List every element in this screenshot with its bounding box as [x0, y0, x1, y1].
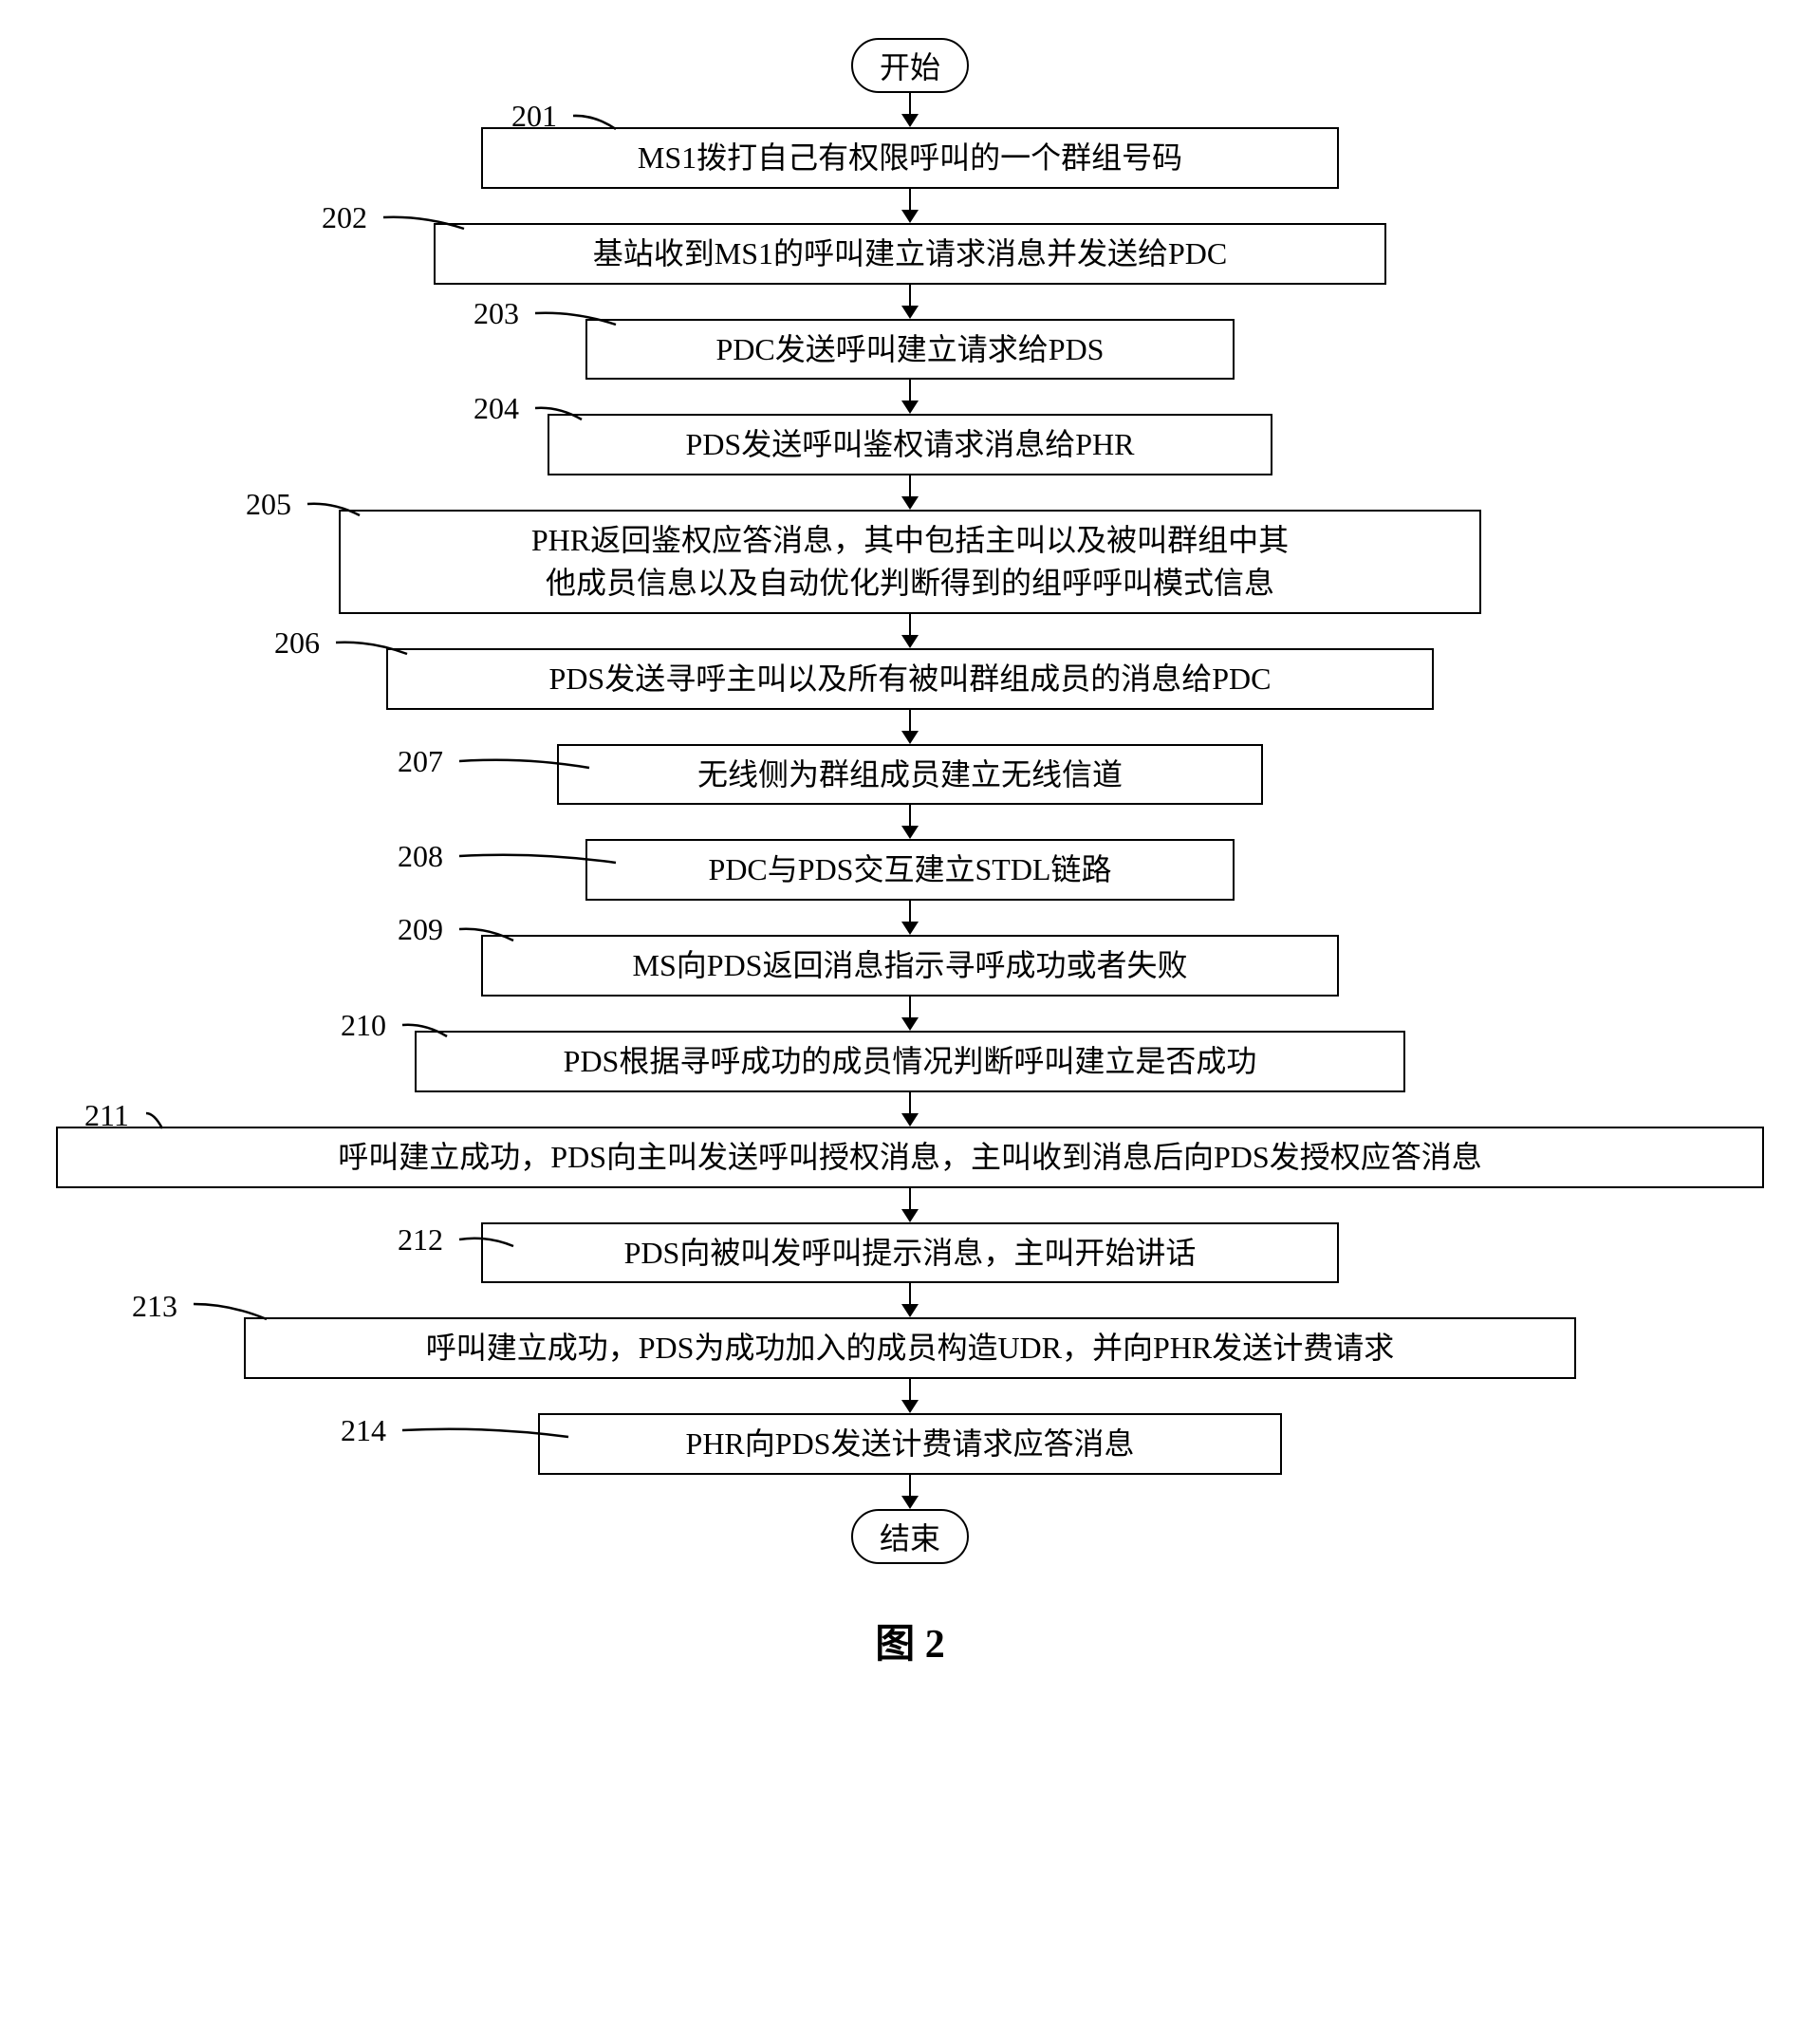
step-number: 210 — [341, 1008, 386, 1043]
arrow-icon — [901, 475, 919, 510]
arrow-icon — [901, 93, 919, 127]
step-number: 203 — [474, 296, 519, 331]
arrow-icon — [901, 285, 919, 319]
arrow-icon — [901, 1475, 919, 1509]
step-number: 204 — [474, 391, 519, 426]
step-box: PHR向PDS发送计费请求应答消息 — [538, 1413, 1282, 1475]
step-row: 211呼叫建立成功，PDS向主叫发送呼叫授权消息，主叫收到消息后向PDS发授权应… — [56, 1127, 1764, 1188]
step-number: 207 — [398, 744, 443, 779]
arrow-icon — [901, 614, 919, 648]
step-box: PDS发送呼叫鉴权请求消息给PHR — [548, 414, 1272, 475]
step-row: 203PDC发送呼叫建立请求给PDS — [56, 319, 1764, 381]
terminal-start: 开始 — [851, 38, 969, 93]
step-box: 无线侧为群组成员建立无线信道 — [557, 744, 1263, 806]
step-box: PHR返回鉴权应答消息，其中包括主叫以及被叫群组中其他成员信息以及自动优化判断得… — [339, 510, 1481, 614]
step-number: 202 — [322, 200, 367, 235]
arrow-icon — [901, 380, 919, 414]
step-box: PDS向被叫发呼叫提示消息，主叫开始讲话 — [481, 1222, 1339, 1284]
step-row: 207 无线侧为群组成员建立无线信道 — [56, 744, 1764, 806]
step-box: PDS发送寻呼主叫以及所有被叫群组成员的消息给PDC — [386, 648, 1434, 710]
terminal-end: 结束 — [851, 1509, 969, 1564]
step-box: PDC发送呼叫建立请求给PDS — [585, 319, 1235, 381]
step-number: 201 — [511, 99, 557, 134]
step-box: 呼叫建立成功，PDS向主叫发送呼叫授权消息，主叫收到消息后向PDS发授权应答消息 — [56, 1127, 1764, 1188]
step-number: 211 — [84, 1098, 129, 1133]
step-row: 214 PHR向PDS发送计费请求应答消息 — [56, 1413, 1764, 1475]
step-box: PDS根据寻呼成功的成员情况判断呼叫建立是否成功 — [415, 1031, 1405, 1092]
step-number: 214 — [341, 1413, 386, 1448]
flowchart: 开始 201MS1拨打自己有权限呼叫的一个群组号码 202 基站收到MS1的呼叫建立… — [103, 38, 1717, 1564]
step-row: 212 PDS向被叫发呼叫提示消息，主叫开始讲话 — [56, 1222, 1764, 1284]
arrow-icon — [901, 1188, 919, 1222]
step-row: 209MS向PDS返回消息指示寻呼成功或者失败 — [56, 935, 1764, 997]
step-box: MS1拨打自己有权限呼叫的一个群组号码 — [481, 127, 1339, 189]
step-row: 201MS1拨打自己有权限呼叫的一个群组号码 — [56, 127, 1764, 189]
step-box: 基站收到MS1的呼叫建立请求消息并发送给PDC — [434, 223, 1386, 285]
arrow-icon — [901, 1092, 919, 1127]
step-row: 210PDS根据寻呼成功的成员情况判断呼叫建立是否成功 — [56, 1031, 1764, 1092]
arrow-icon — [901, 997, 919, 1031]
step-box: MS向PDS返回消息指示寻呼成功或者失败 — [481, 935, 1339, 997]
step-row: 202基站收到MS1的呼叫建立请求消息并发送给PDC — [56, 223, 1764, 285]
step-number: 212 — [398, 1222, 443, 1258]
arrow-icon — [901, 901, 919, 935]
step-number: 205 — [246, 487, 291, 522]
arrow-icon — [901, 710, 919, 744]
step-row: 205PHR返回鉴权应答消息，其中包括主叫以及被叫群组中其他成员信息以及自动优化… — [56, 510, 1764, 614]
step-number: 209 — [398, 912, 443, 947]
arrow-icon — [901, 189, 919, 223]
arrow-icon — [901, 1379, 919, 1413]
step-row: 206PDS发送寻呼主叫以及所有被叫群组成员的消息给PDC — [56, 648, 1764, 710]
step-box: 呼叫建立成功，PDS为成功加入的成员构造UDR，并向PHR发送计费请求 — [244, 1317, 1576, 1379]
arrow-icon — [901, 805, 919, 839]
step-box: PDC与PDS交互建立STDL链路 — [585, 839, 1235, 901]
step-number: 206 — [274, 625, 320, 661]
step-number: 208 — [398, 839, 443, 874]
step-row: 213呼叫建立成功，PDS为成功加入的成员构造UDR，并向PHR发送计费请求 — [56, 1317, 1764, 1379]
step-row: 204PDS发送呼叫鉴权请求消息给PHR — [56, 414, 1764, 475]
arrow-icon — [901, 1283, 919, 1317]
step-row: 208 PDC与PDS交互建立STDL链路 — [56, 839, 1764, 901]
step-number: 213 — [132, 1289, 177, 1324]
figure-caption: 图 2 — [875, 1612, 945, 1669]
